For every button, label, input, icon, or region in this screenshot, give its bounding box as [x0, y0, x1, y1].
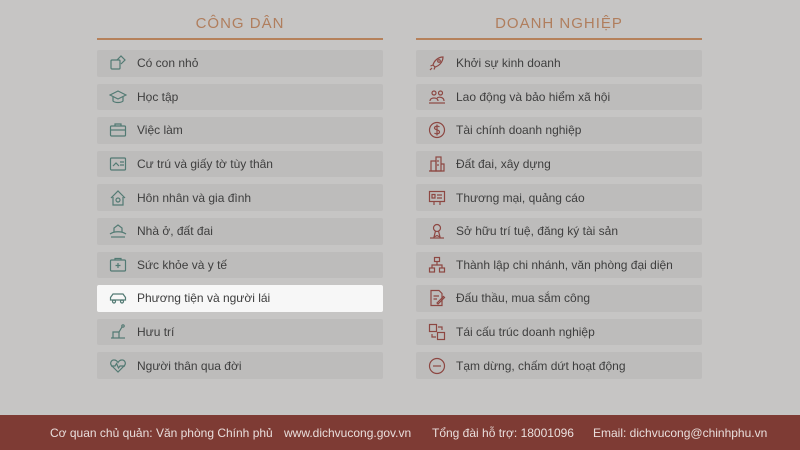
- citizen-item-education[interactable]: Học tập: [97, 83, 383, 111]
- business-column: DOANH NGHIỆP Khởi sự kinh doanh Lao động…: [416, 0, 702, 379]
- footer-email-link[interactable]: Email: dichvucong@chinhphu.vn: [593, 426, 767, 440]
- business-item-finance[interactable]: Tài chính doanh nghiệp: [416, 117, 702, 144]
- business-item-commerce[interactable]: Thương mại, quảng cáo: [416, 184, 702, 211]
- car-icon: [107, 289, 129, 307]
- business-item-label: Tái cấu trúc doanh nghiệp: [456, 325, 595, 340]
- business-item-label: Lao động và bảo hiểm xã hội: [456, 89, 611, 104]
- citizen-item-label: Học tập: [137, 89, 179, 104]
- citizen-title: CÔNG DÂN: [195, 15, 285, 32]
- business-item-intellectual-property[interactable]: Sở hữu trí tuệ, đăng ký tài sản: [416, 217, 702, 245]
- citizen-item-have-child[interactable]: Có con nhỏ: [97, 50, 383, 77]
- briefcase-icon: [107, 121, 129, 139]
- citizen-item-label: Người thân qua đời: [137, 358, 242, 373]
- citizen-item-housing[interactable]: Nhà ở, đất đai: [97, 217, 383, 245]
- id-card-icon: [107, 155, 129, 173]
- citizen-list: Có con nhỏ Học tập Việc làm Cư trú và gi…: [97, 50, 383, 379]
- citizen-item-label: Hôn nhân và gia đình: [137, 190, 252, 205]
- medical-kit-icon: [107, 256, 129, 274]
- business-item-startup[interactable]: Khởi sự kinh doanh: [416, 50, 702, 77]
- family-home-icon: [107, 189, 129, 207]
- citizen-item-label: Phương tiện và người lái: [137, 291, 271, 306]
- dollar-icon: [426, 121, 448, 139]
- citizen-item-retirement[interactable]: Hưu trí: [97, 318, 383, 346]
- citizen-item-label: Nhà ở, đất đai: [137, 224, 213, 239]
- business-item-branch[interactable]: Thành lập chi nhánh, văn phòng đại diện: [416, 251, 702, 279]
- business-item-labor[interactable]: Lao động và bảo hiểm xã hội: [416, 83, 702, 111]
- rocket-icon: [426, 54, 448, 72]
- citizen-item-employment[interactable]: Việc làm: [97, 117, 383, 144]
- citizen-item-health[interactable]: Sức khỏe và y tế: [97, 251, 383, 279]
- heart-icon: [107, 357, 129, 375]
- citizen-item-label: Hưu trí: [137, 325, 175, 340]
- business-title: DOANH NGHIỆP: [495, 15, 623, 32]
- workers-icon: [426, 88, 448, 106]
- business-header: DOANH NGHIỆP: [416, 0, 702, 40]
- business-item-label: Tài chính doanh nghiệp: [456, 123, 582, 138]
- citizen-item-marriage[interactable]: Hôn nhân và gia đình: [97, 184, 383, 211]
- citizen-column: CÔNG DÂN Có con nhỏ Học tập Việc làm Cư …: [97, 0, 383, 379]
- business-item-label: Đất đai, xây dựng: [456, 157, 551, 172]
- footer: Cơ quan chủ quản: Văn phòng Chính phủ ww…: [0, 415, 800, 450]
- citizen-item-vehicles[interactable]: Phương tiện và người lái: [97, 285, 383, 312]
- footer-hotline: Tổng đài hỗ trợ: 18001096: [432, 425, 574, 440]
- citizen-item-label: Việc làm: [137, 123, 183, 138]
- ip-icon: [426, 222, 448, 240]
- citizen-item-bereavement[interactable]: Người thân qua đời: [97, 352, 383, 379]
- buildings-icon: [426, 155, 448, 173]
- business-item-label: Khởi sự kinh doanh: [456, 56, 561, 71]
- document-pen-icon: [426, 289, 448, 307]
- business-item-label: Sở hữu trí tuệ, đăng ký tài sản: [456, 224, 618, 239]
- citizen-header: CÔNG DÂN: [97, 0, 383, 40]
- business-list: Khởi sự kinh doanh Lao động và bảo hiểm …: [416, 50, 702, 379]
- citizen-item-label: Có con nhỏ: [137, 56, 199, 71]
- graduation-cap-icon: [107, 88, 129, 106]
- org-chart-icon: [426, 256, 448, 274]
- citizen-item-label: Cư trú và giấy tờ tùy thân: [137, 157, 273, 172]
- business-item-label: Tạm dừng, chấm dứt hoạt động: [456, 358, 626, 373]
- business-item-restructure[interactable]: Tái cấu trúc doanh nghiệp: [416, 318, 702, 346]
- business-item-suspend[interactable]: Tạm dừng, chấm dứt hoạt động: [416, 352, 702, 379]
- retirement-icon: [107, 323, 129, 341]
- business-item-land-construction[interactable]: Đất đai, xây dựng: [416, 150, 702, 178]
- house-land-icon: [107, 222, 129, 240]
- footer-website-link[interactable]: www.dichvucong.gov.vn: [284, 426, 411, 440]
- business-item-label: Đấu thầu, mua sắm công: [456, 291, 591, 306]
- citizen-item-residence[interactable]: Cư trú và giấy tờ tùy thân: [97, 150, 383, 178]
- billboard-icon: [426, 189, 448, 207]
- citizen-item-label: Sức khỏe và y tế: [137, 257, 228, 272]
- footer-agency: Cơ quan chủ quản: Văn phòng Chính phủ: [50, 425, 273, 440]
- baby-icon: [107, 54, 129, 72]
- business-item-label: Thành lập chi nhánh, văn phòng đại diện: [456, 257, 673, 272]
- business-item-label: Thương mại, quảng cáo: [456, 190, 585, 205]
- stop-icon: [426, 357, 448, 375]
- business-item-procurement[interactable]: Đấu thầu, mua sắm công: [416, 285, 702, 312]
- restructure-icon: [426, 323, 448, 341]
